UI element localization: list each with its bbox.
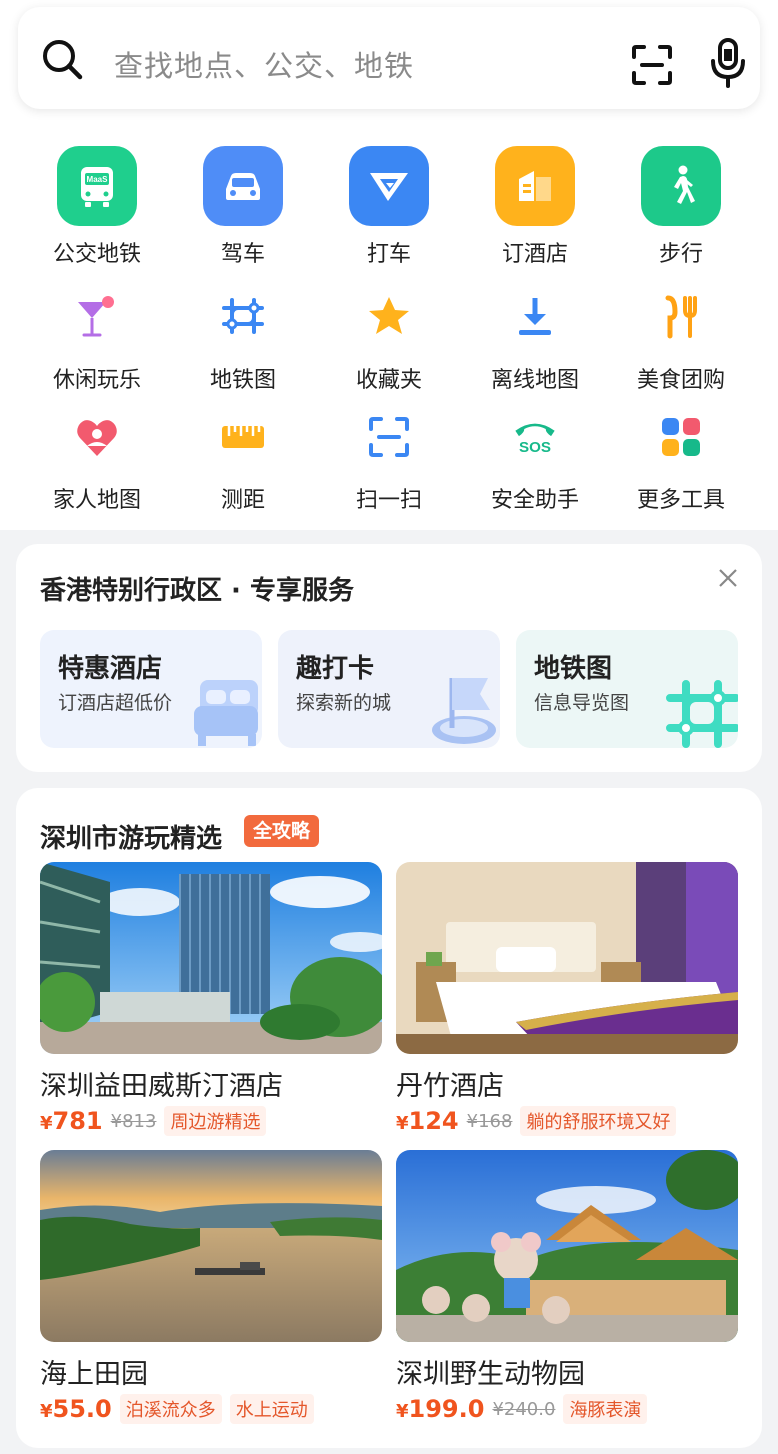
tool-offline-map[interactable]: 离线地图 (462, 292, 608, 394)
price: ¥55.0 (40, 1395, 112, 1423)
tool-label: 测距 (220, 488, 265, 513)
tag: 水上运动 (229, 1394, 314, 1424)
tool-label: 更多工具 (636, 488, 725, 513)
hotel-icon (495, 146, 575, 226)
flag-icon (432, 678, 496, 744)
hotel-photo (40, 862, 382, 1054)
poi-name: 深圳益田威斯汀酒店 (40, 1071, 283, 1102)
sos-icon: SOS (510, 412, 560, 462)
poi-card[interactable]: 丹竹酒店 ¥124 ¥168 躺的舒服环境又好 (396, 862, 738, 1136)
search-bar[interactable]: 查找地点、公交、地铁 (18, 7, 760, 109)
close-icon[interactable] (716, 566, 740, 590)
tag: 周边游精选 (164, 1106, 267, 1136)
price-row: ¥55.0 泊溪流众多 水上运动 (40, 1394, 322, 1424)
service-subway-map[interactable]: 地铁图 信息导览图 (516, 630, 738, 748)
bus-icon: MaaS (57, 146, 137, 226)
tool-scan[interactable]: 扫一扫 (316, 412, 462, 514)
tag: 海豚表演 (563, 1394, 648, 1424)
poi-card[interactable]: 深圳野生动物园 ¥199.0 ¥240.0 海豚表演 (396, 1150, 738, 1424)
service-subtitle: 订酒店超低价 (58, 692, 173, 714)
price-row: ¥124 ¥168 躺的舒服环境又好 (396, 1106, 684, 1136)
quick-action-hotel[interactable]: 订酒店 (462, 146, 608, 268)
service-title: 特惠酒店 (58, 654, 163, 684)
tool-more[interactable]: 更多工具 (608, 412, 754, 514)
tool-leisure[interactable]: 休闲玩乐 (24, 292, 170, 394)
river-photo (40, 1150, 382, 1342)
download-icon (510, 292, 560, 342)
car-icon (203, 146, 283, 226)
quick-action-taxi[interactable]: 打车 (316, 146, 462, 268)
price: ¥199.0 (396, 1395, 485, 1423)
search-icon (43, 40, 83, 80)
tool-safety[interactable]: SOS 安全助手 (462, 412, 608, 514)
original-price: ¥168 (466, 1110, 513, 1132)
price-row: ¥781 ¥813 周边游精选 (40, 1106, 274, 1136)
service-subtitle: 探索新的城 (296, 692, 392, 714)
tool-label: 美食团购 (636, 368, 725, 393)
tool-favorites[interactable]: 收藏夹 (316, 292, 462, 394)
zoo-photo (396, 1150, 738, 1342)
poi-card[interactable]: 深圳益田威斯汀酒店 ¥781 ¥813 周边游精选 (40, 862, 382, 1136)
bed-icon (194, 680, 258, 746)
service-title: 地铁图 (534, 654, 613, 684)
poi-name: 海上田园 (40, 1359, 148, 1390)
star-icon (364, 292, 414, 342)
tool-label: 家人地图 (52, 488, 141, 513)
price: ¥124 (396, 1107, 459, 1135)
subway-map-icon (218, 292, 268, 342)
poi-name: 深圳野生动物园 (396, 1359, 585, 1390)
svg-text:SOS: SOS (519, 439, 551, 456)
tool-label: 休闲玩乐 (52, 368, 141, 393)
svg-text:MaaS: MaaS (87, 175, 109, 184)
quick-action-label: 打车 (366, 242, 411, 267)
hotel-room-photo (396, 862, 738, 1054)
more-tools-icon (656, 412, 706, 462)
quick-action-walk[interactable]: 步行 (608, 146, 754, 268)
tag: 泊溪流众多 (119, 1394, 222, 1424)
service-checkin[interactable]: 趣打卡 探索新的城 (278, 630, 500, 748)
original-price: ¥813 (110, 1110, 157, 1132)
search-input[interactable]: 查找地点、公交、地铁 (114, 43, 414, 85)
price-row: ¥199.0 ¥240.0 海豚表演 (396, 1394, 655, 1424)
microphone-icon[interactable] (708, 37, 748, 89)
family-icon (72, 412, 122, 462)
food-icon (656, 292, 706, 342)
service-subtitle: 信息导览图 (534, 692, 630, 714)
ruler-icon (218, 412, 268, 462)
tool-ruler[interactable]: 测距 (170, 412, 316, 514)
taxi-icon (349, 146, 429, 226)
walk-icon (641, 146, 721, 226)
original-price: ¥240.0 (492, 1398, 556, 1420)
tool-label: 地铁图 (209, 368, 276, 393)
price: ¥781 (40, 1107, 103, 1135)
poi-card[interactable]: 海上田园 ¥55.0 泊溪流众多 水上运动 (40, 1150, 382, 1424)
tool-food[interactable]: 美食团购 (608, 292, 754, 394)
quick-action-label: 公交地铁 (52, 242, 141, 267)
service-hotel-deal[interactable]: 特惠酒店 订酒店超低价 (40, 630, 262, 748)
picks-title: 深圳市游玩精选 (40, 824, 223, 854)
quick-action-label: 步行 (658, 242, 703, 267)
quick-action-drive[interactable]: 驾车 (170, 146, 316, 268)
tool-label: 扫一扫 (355, 488, 422, 513)
city-picks-card: 深圳市游玩精选 全攻略 深圳益田威斯汀酒店 ¥781 ¥813 周边游精选 丹竹… (16, 788, 762, 1448)
subway-map-icon (666, 680, 738, 748)
tool-label: 离线地图 (490, 368, 579, 393)
cocktail-icon (72, 292, 122, 342)
quick-action-label: 驾车 (220, 242, 265, 267)
region-services-title: 香港特别行政区 · 专享服务 (40, 576, 354, 606)
tool-label: 安全助手 (490, 488, 579, 513)
tool-family-map[interactable]: 家人地图 (24, 412, 170, 514)
quick-action-label: 订酒店 (501, 242, 568, 267)
region-services-card: 香港特别行政区 · 专享服务 特惠酒店 订酒店超低价 趣打卡 探索新的城 地铁图… (16, 544, 762, 772)
guide-badge[interactable]: 全攻略 (244, 815, 320, 847)
tag: 躺的舒服环境又好 (520, 1106, 677, 1136)
scan-icon (364, 412, 414, 462)
tool-label: 收藏夹 (355, 368, 422, 393)
scan-icon[interactable] (630, 43, 674, 87)
tool-subway-map[interactable]: 地铁图 (170, 292, 316, 394)
poi-name: 丹竹酒店 (396, 1071, 504, 1102)
quick-action-bus[interactable]: MaaS 公交地铁 (24, 146, 170, 268)
service-title: 趣打卡 (296, 654, 375, 684)
